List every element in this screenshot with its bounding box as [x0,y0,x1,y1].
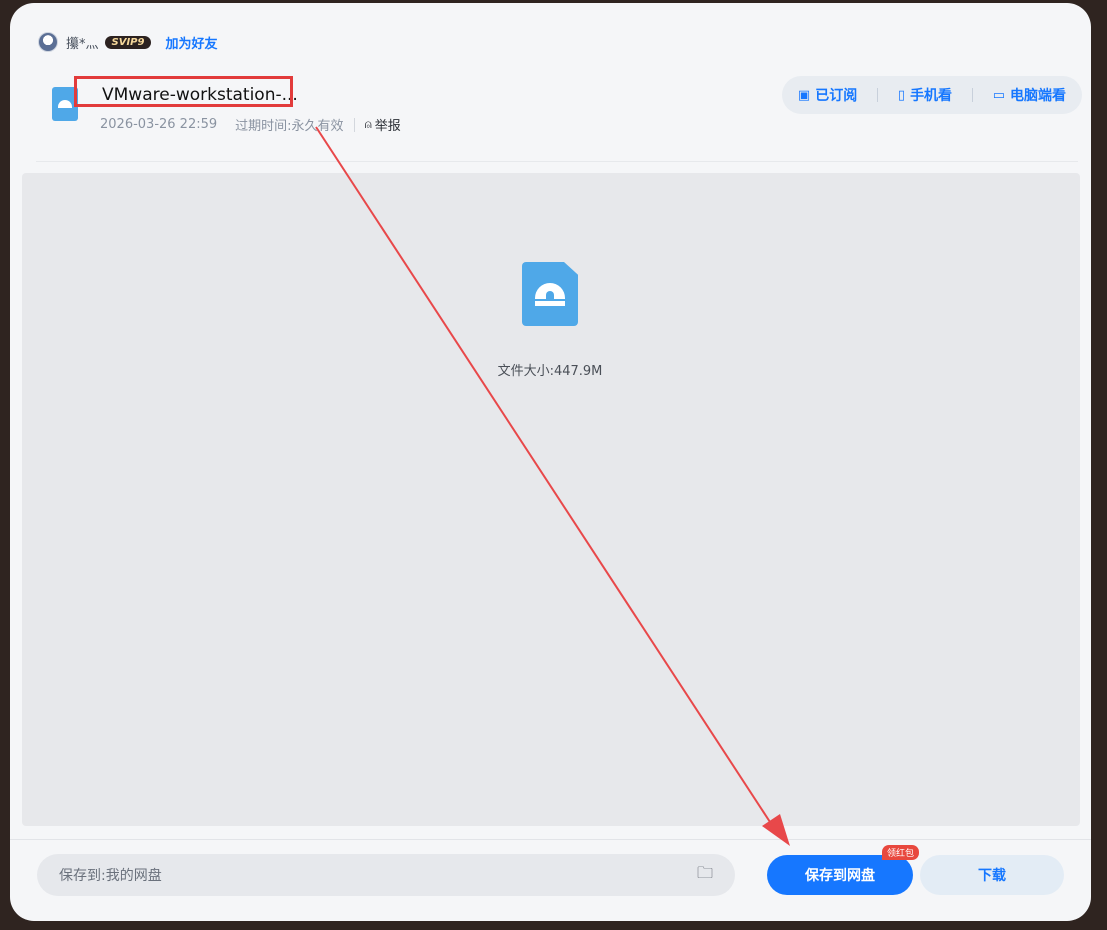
view-actions: ▣ 已订阅 ▯ 手机看 ▭ 电脑端看 [782,76,1082,114]
annotation-highlight-box [74,76,293,107]
pc-view-label: 电脑端看 [1010,88,1067,104]
monitor-icon: ▭ [992,87,1006,103]
meta-divider [353,117,355,132]
file-meta: 2026-03-26 22:59 过期时间: 永久有效 ⍝ 举报 [100,115,401,134]
save-path-selector[interactable]: 保存到:我的网盘 🗀 [37,854,735,896]
subscribed-label: 已订阅 [815,88,858,104]
share-dialog: 攥*灬 SVIP9 加为好友 VMware-workstation-... 20… [10,3,1091,921]
report-button[interactable]: ⍝ 举报 [365,115,401,134]
file-preview-area: 文件大小:447.9M [22,173,1080,826]
red-packet-badge: 领红包 [882,845,920,860]
save-to-netdisk-button[interactable]: 保存到网盘 [767,855,913,895]
expiry-value: 永久有效 [291,119,344,134]
folder-icon[interactable]: 🗀 [697,862,713,889]
add-friend-link[interactable]: 加为好友 [165,33,217,52]
avatar[interactable] [38,32,58,52]
phone-view-button[interactable]: ▯ 手机看 [898,85,952,105]
phone-view-label: 手机看 [910,88,953,104]
sharer-row: 攥*灬 SVIP9 加为好友 [38,31,217,53]
header-divider [36,161,1078,162]
action-divider [877,88,879,102]
disk-image-file-icon [522,262,578,326]
report-label: 举报 [374,119,401,134]
username: 攥*灬 [66,36,99,52]
phone-icon: ▯ [897,87,906,103]
pc-view-button[interactable]: ▭ 电脑端看 [993,85,1066,105]
expiry-label: 过期时间: [235,119,292,134]
report-icon: ⍝ [364,117,372,131]
save-path-text: 保存到:我的网盘 [59,868,162,884]
download-button[interactable]: 下载 [920,855,1064,895]
share-date: 2026-03-26 22:59 [100,117,218,132]
vip-badge: SVIP9 [104,35,152,49]
bookmark-check-icon: ▣ [797,87,811,103]
subscribed-button[interactable]: ▣ 已订阅 [798,85,857,105]
file-size: 文件大小:447.9M [497,364,603,379]
action-divider [971,88,973,102]
footer-divider [10,839,1091,840]
